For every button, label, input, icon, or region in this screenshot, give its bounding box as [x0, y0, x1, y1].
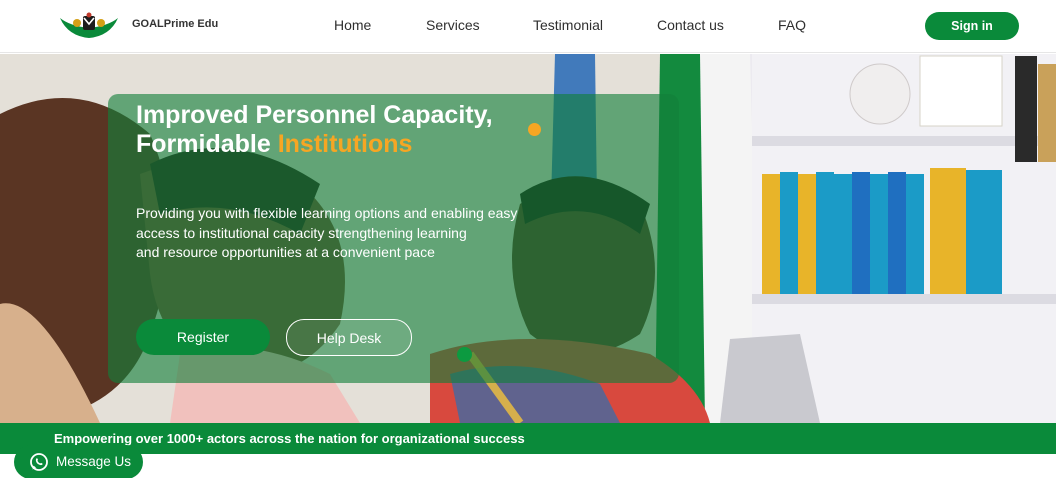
nav-home[interactable]: Home: [334, 17, 371, 33]
nav-contact-us[interactable]: Contact us: [657, 17, 724, 33]
nav-testimonial[interactable]: Testimonial: [533, 17, 603, 33]
sign-in-button[interactable]: Sign in: [925, 12, 1019, 40]
headline-line-2-start: Formidable: [136, 130, 271, 158]
decorative-green-dot: [457, 347, 472, 362]
banner-text: Empowering over 1000+ actors across the …: [54, 431, 525, 446]
binders: [762, 168, 1002, 294]
stats-banner: Empowering over 1000+ actors across the …: [0, 423, 1056, 454]
decorative-orange-dot: [528, 123, 541, 136]
hero-subtext: Providing you with flexible learning opt…: [136, 204, 556, 263]
headline-accent-word: Institutions: [277, 130, 413, 158]
register-button[interactable]: Register: [136, 319, 270, 355]
subtext-line-3: and resource opportunities at a convenie…: [136, 244, 435, 260]
whatsapp-label: Message Us: [56, 454, 132, 469]
help-desk-button[interactable]: Help Desk: [286, 319, 412, 356]
nav-faq[interactable]: FAQ: [778, 17, 806, 33]
subtext-line-2: access to institutional capacity strengt…: [136, 224, 467, 241]
whatsapp-icon: [30, 453, 48, 471]
brand-name[interactable]: GOALPrime Edu: [132, 18, 218, 30]
coat-of-arms-logo-icon[interactable]: [58, 12, 120, 40]
nav-services[interactable]: Services: [426, 17, 480, 33]
whatsapp-message-button[interactable]: Message Us: [14, 445, 143, 478]
hero-headline: Improved Personnel Capacity, Formidable …: [136, 101, 556, 159]
subtext-line-1: Providing you with flexible learning opt…: [136, 205, 518, 221]
top-navbar: GOALPrime Edu Home Services Testimonial …: [0, 0, 1056, 53]
headline-line-1: Improved Personnel Capacity,: [136, 101, 493, 129]
